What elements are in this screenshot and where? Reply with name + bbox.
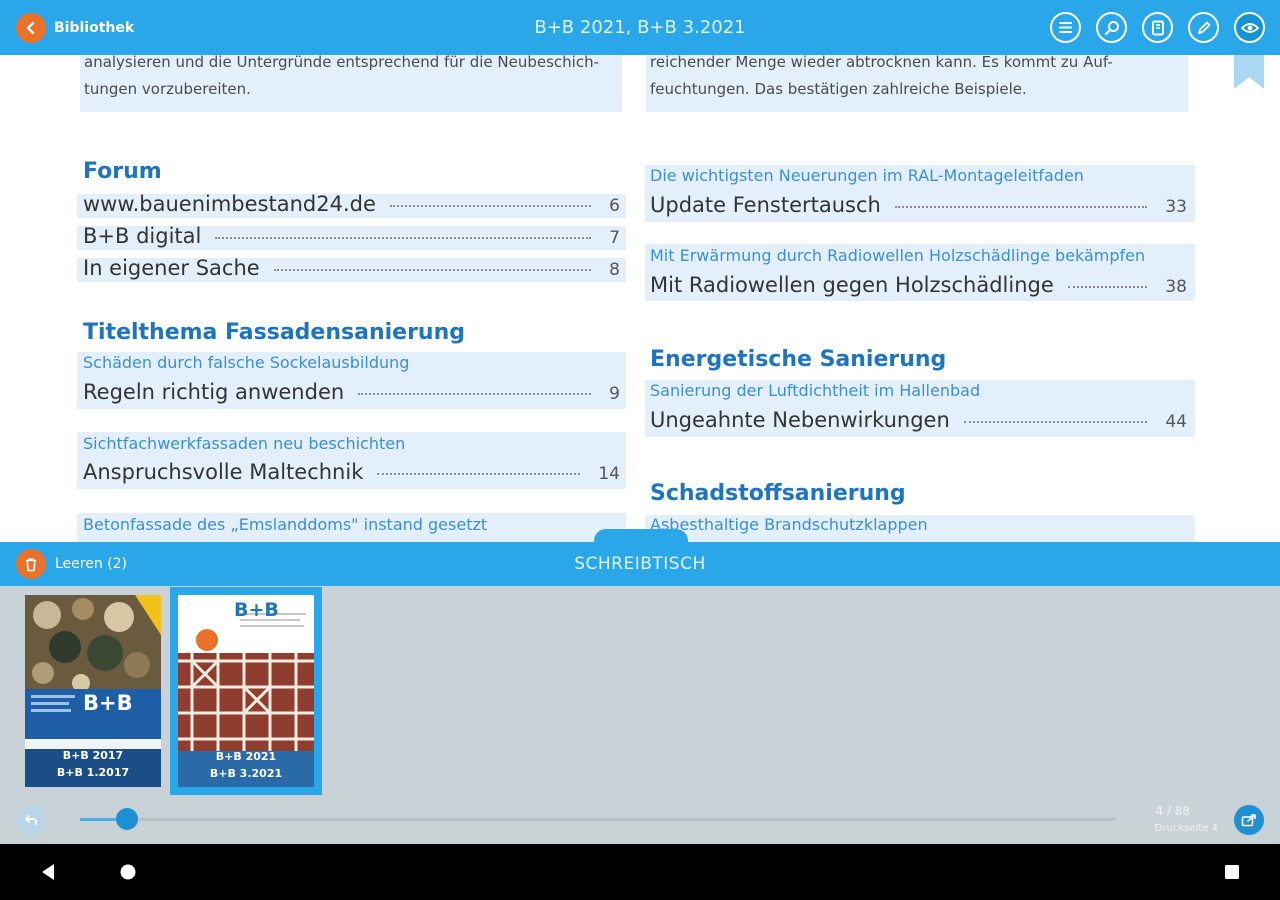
toc-entry[interactable]: www.bauenimbestand24.de 6 (83, 192, 620, 216)
nav-back-icon[interactable] (39, 862, 57, 882)
toc-icon[interactable] (1050, 12, 1081, 43)
intro-text-right: reichender Menge wieder abtrocknen kann.… (650, 55, 1113, 103)
back-arrow-icon (16, 13, 46, 43)
undo-icon[interactable] (16, 805, 46, 835)
entry-page: 38 (1165, 277, 1187, 297)
entry-page: 6 (609, 196, 620, 216)
entry-title: Regeln richtig anwenden (83, 380, 345, 404)
intro-line: tungen vorzubereiten. (84, 80, 251, 98)
nav-recents-icon[interactable] (1224, 864, 1240, 880)
pages-icon[interactable] (1142, 12, 1173, 43)
dot-leader (963, 421, 1148, 423)
section-heading-pollutants: Schadstoffsanierung (650, 481, 906, 506)
article-subtitle: Mit Erwärmung durch Radiowellen Holzschä… (650, 246, 1146, 265)
intro-line: feuchtungen. Das bestätigen zahlreiche B… (650, 80, 1027, 98)
intro-line: analysieren und die Untergründe entsprec… (84, 55, 600, 71)
cover-label-year: B+B 2021 (215, 750, 277, 763)
entry-title: Ungeahnte Nebenwirkungen (650, 408, 950, 432)
back-to-library-button[interactable]: Bibliothek (16, 13, 134, 43)
entry-title: www.bauenimbestand24.de (83, 192, 376, 216)
slider-thumb[interactable] (116, 808, 138, 830)
dot-leader (215, 237, 592, 239)
entry-page: 14 (598, 464, 620, 484)
entry-page: 9 (609, 384, 620, 404)
top-toolbar: Bibliothek B+B 2021, B+B 3.2021 (0, 0, 1280, 55)
section-heading-energy: Energetische Sanierung (650, 347, 947, 372)
trash-icon (16, 549, 46, 579)
toc-entry[interactable]: In eigener Sache 8 (83, 256, 620, 280)
toc-entry[interactable]: Ungeahnte Nebenwirkungen 44 (650, 408, 1187, 432)
intro-line: reichender Menge wieder abtrocknen kann.… (650, 55, 1113, 71)
article-subtitle: Sanierung der Luftdichtheit im Hallenbad (650, 381, 981, 400)
dot-leader (1067, 286, 1148, 288)
nav-home-icon[interactable] (119, 863, 137, 881)
entry-page: 44 (1165, 412, 1187, 432)
entry-title: Mit Radiowellen gegen Holzschädlinge (650, 273, 1054, 297)
dot-leader (377, 473, 581, 475)
dot-leader (894, 206, 1148, 208)
article-subtitle: Die wichtigsten Neuerungen im RAL-Montag… (650, 166, 1084, 185)
entry-page: 7 (609, 228, 620, 248)
clear-desk-button[interactable]: Leeren (2) (16, 549, 127, 579)
pen-icon[interactable] (1188, 12, 1219, 43)
toc-entry[interactable]: Mit Radiowellen gegen Holzschädlinge 38 (650, 273, 1187, 297)
share-icon[interactable] (1234, 805, 1264, 835)
magazine-page[interactable]: analysieren und die Untergründe entsprec… (0, 55, 1280, 542)
entry-page: 33 (1165, 197, 1187, 217)
toc-entry[interactable]: Regeln richtig anwenden 9 (83, 380, 620, 404)
article-subtitle: Asbesthaltige Brandschutzklappen (650, 515, 928, 534)
cover-label-issue: B+B 1.2017 (56, 766, 130, 779)
bookmark-icon[interactable] (1234, 55, 1264, 89)
dot-leader (273, 269, 592, 271)
app-window: Bibliothek B+B 2021, B+B 3.2021 analysie… (0, 0, 1280, 900)
print-page-label: Druckseite 4 (1154, 823, 1218, 834)
system-nav-bar (0, 844, 1280, 900)
dot-leader (389, 205, 592, 207)
entry-title: B+B digital (83, 224, 202, 248)
clear-desk-label: Leeren (2) (55, 556, 127, 572)
eye-icon[interactable] (1234, 12, 1265, 43)
section-heading-forum: Forum (83, 159, 162, 184)
desk-bar: Leeren (2) SCHREIBTISCH (0, 542, 1280, 586)
article-subtitle: Schäden durch falsche Sockelausbildung (83, 353, 410, 372)
page-slider[interactable] (80, 808, 1116, 830)
entry-title: Update Fenstertausch (650, 193, 881, 217)
issue-cover-selected[interactable]: B+B B+B 2021 B+B 3.2021 (170, 587, 322, 795)
cover-page: B+B B+B 2021 B+B 3.2021 (178, 595, 314, 787)
cover-label-issue: B+B 3.2021 (209, 767, 283, 780)
article-subtitle: Sichtfachwerkfassaden neu beschichten (83, 434, 406, 453)
desk-title: SCHREIBTISCH (574, 554, 706, 574)
toc-entry[interactable]: B+B digital 7 (83, 224, 620, 248)
cover-logo: B+B (83, 691, 133, 715)
entry-page: 8 (609, 260, 620, 280)
back-label: Bibliothek (54, 20, 135, 36)
dot-leader (358, 393, 592, 395)
section-heading-title-theme: Titelthema Fassadensanierung (83, 320, 465, 345)
desk-shelf: B+B B+B 2017 B+B 1.2017 B+B B+B 2021 B+B… (0, 586, 1280, 844)
cover-logo: B+B (234, 599, 279, 621)
toc-entry[interactable]: Anspruchsvolle Maltechnik 14 (83, 460, 620, 484)
document-title: B+B 2021, B+B 3.2021 (534, 17, 746, 38)
page-counter: 4 / 88 (1155, 804, 1190, 818)
entry-title: In eigener Sache (83, 256, 260, 280)
article-subtitle: Betonfassade des „Emslanddoms" instand g… (83, 515, 488, 534)
issue-cover[interactable]: B+B B+B 2017 B+B 1.2017 (25, 595, 161, 787)
intro-text-left: analysieren und die Untergründe entsprec… (84, 55, 599, 103)
toc-entry[interactable]: Update Fenstertausch 33 (650, 193, 1187, 217)
cover-label-year: B+B 2017 (62, 749, 124, 762)
search-icon[interactable] (1096, 12, 1127, 43)
entry-title: Anspruchsvolle Maltechnik (83, 460, 364, 484)
